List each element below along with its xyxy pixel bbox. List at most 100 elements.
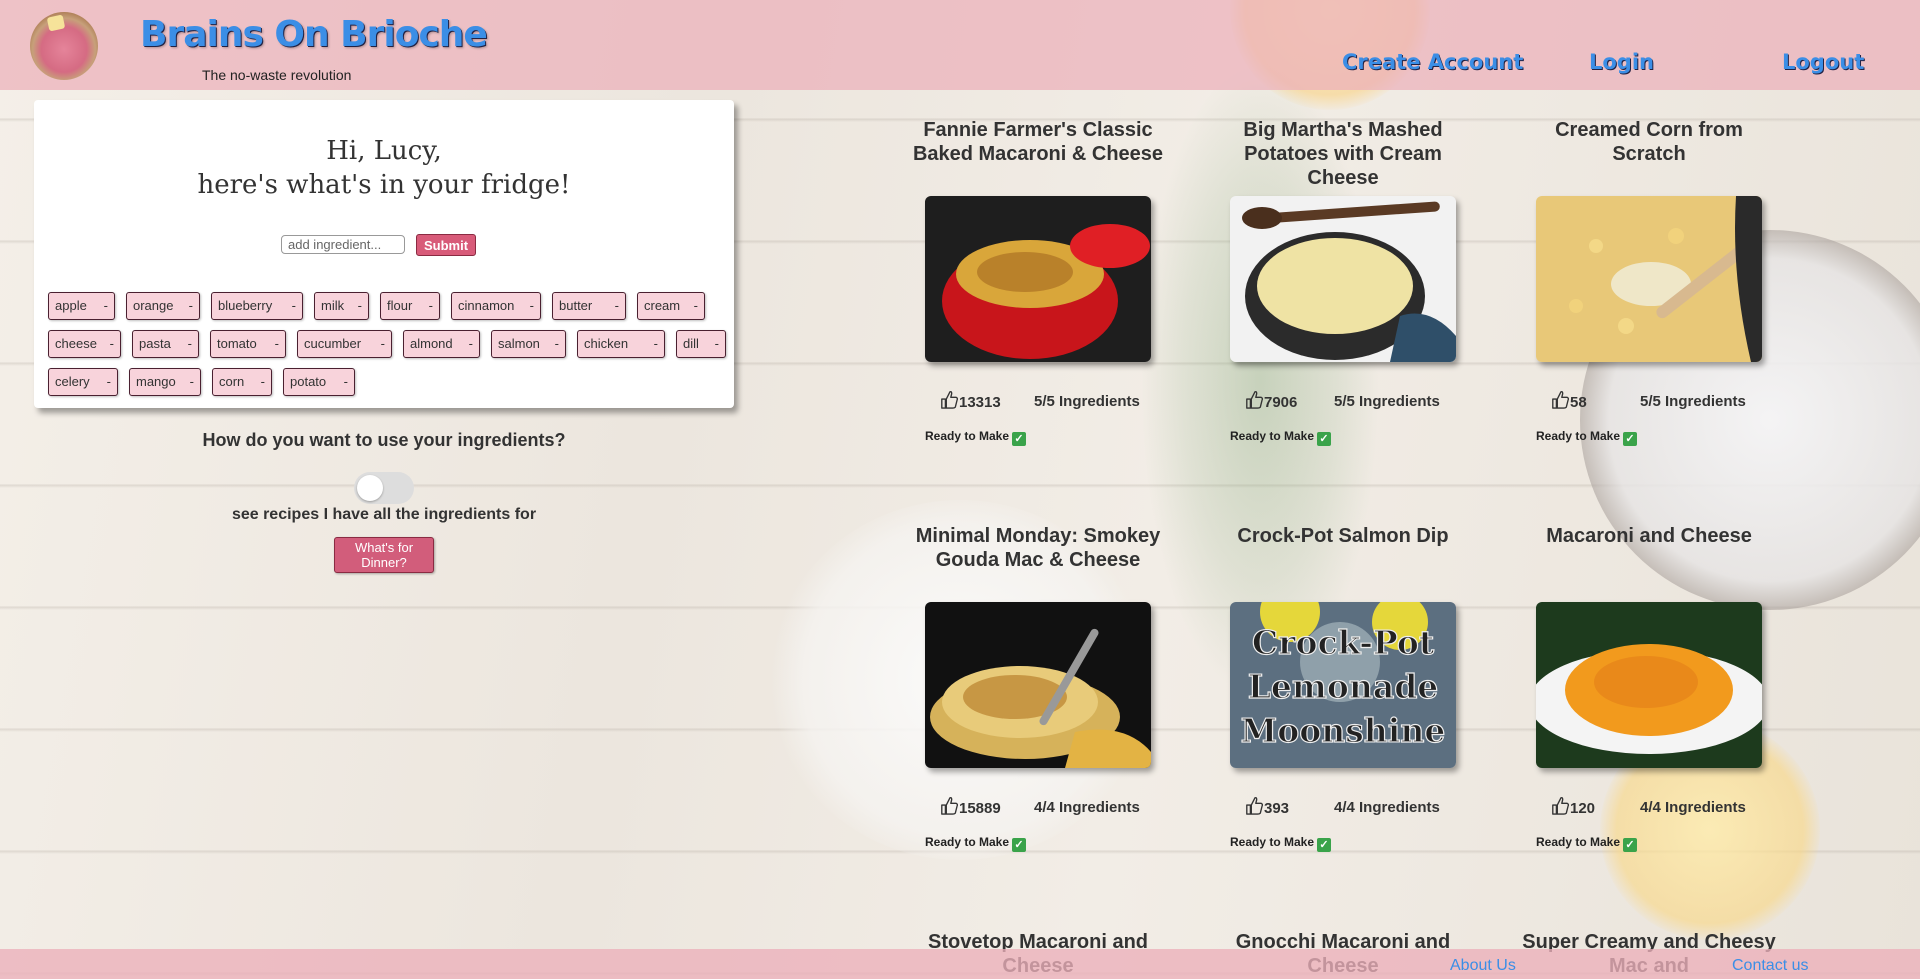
ready-status: Ready to Make ✓ bbox=[1230, 835, 1332, 852]
remove-ingredient-icon[interactable]: - bbox=[107, 369, 111, 394]
likes-count: 58 bbox=[1570, 394, 1587, 411]
remove-ingredient-icon[interactable]: - bbox=[189, 293, 193, 318]
ingredient-match-count: 5/5 Ingredients bbox=[1034, 393, 1140, 410]
remove-ingredient-icon[interactable]: - bbox=[429, 293, 433, 318]
recipe-title[interactable]: Creamed Corn from Scratch bbox=[1519, 118, 1779, 166]
recipe-title[interactable]: Big Martha's Mashed Potatoes with Cream … bbox=[1213, 118, 1473, 190]
ingredient-chip[interactable]: pasta - bbox=[132, 330, 199, 358]
thumbs-up-icon[interactable] bbox=[940, 796, 959, 816]
remove-ingredient-icon[interactable]: - bbox=[261, 369, 265, 394]
recipe-image[interactable] bbox=[925, 196, 1151, 362]
ingredient-chip[interactable]: chicken - bbox=[577, 330, 665, 358]
remove-ingredient-icon[interactable]: - bbox=[694, 293, 698, 318]
ingredient-chip-label: corn bbox=[219, 374, 245, 389]
ready-status: Ready to Make ✓ bbox=[925, 835, 1027, 852]
remove-ingredient-icon[interactable]: - bbox=[654, 331, 658, 356]
remove-ingredient-icon[interactable]: - bbox=[275, 331, 279, 356]
ingredient-chip[interactable]: flour - bbox=[380, 292, 440, 320]
ingredient-chip-label: dill bbox=[683, 336, 699, 351]
ingredient-chip[interactable]: cheese - bbox=[48, 330, 121, 358]
remove-ingredient-icon[interactable]: - bbox=[381, 331, 385, 356]
ingredient-chip[interactable]: orange - bbox=[126, 292, 200, 320]
recipe-image[interactable] bbox=[1536, 196, 1762, 362]
thumbs-up-icon[interactable] bbox=[1245, 796, 1264, 816]
site-header: Brains On Brioche The no-waste revolutio… bbox=[0, 0, 1920, 90]
image-caption-text: Lemonade bbox=[1248, 667, 1439, 706]
ingredient-chip-label: celery bbox=[55, 374, 90, 389]
ingredient-chip-label: pasta bbox=[139, 336, 171, 351]
ready-status-label: Ready to Make bbox=[925, 429, 1010, 443]
thumbs-up-icon[interactable] bbox=[1245, 390, 1264, 410]
recipe-likes: 7906 bbox=[1245, 390, 1297, 411]
nav-create-account[interactable]: Create Account bbox=[1342, 50, 1523, 74]
ready-status: Ready to Make ✓ bbox=[1536, 835, 1638, 852]
recipe-title[interactable]: Minimal Monday: Smokey Gouda Mac & Chees… bbox=[908, 524, 1168, 572]
likes-count: 13313 bbox=[959, 394, 1001, 411]
ingredient-chip[interactable]: milk - bbox=[314, 292, 369, 320]
ingredient-chip[interactable]: mango - bbox=[129, 368, 201, 396]
footer-contact-us[interactable]: Contact us bbox=[1732, 957, 1808, 975]
recipe-likes: 393 bbox=[1245, 796, 1289, 817]
nav-login[interactable]: Login bbox=[1589, 50, 1654, 74]
ingredient-chip[interactable]: cream - bbox=[637, 292, 705, 320]
ingredient-match-count: 5/5 Ingredients bbox=[1640, 393, 1746, 410]
ready-status-label: Ready to Make bbox=[1536, 835, 1621, 849]
ready-status: Ready to Make ✓ bbox=[1230, 429, 1332, 446]
ingredient-chip[interactable]: cucumber - bbox=[297, 330, 392, 358]
recipe-title[interactable]: Fannie Farmer's Classic Baked Macaroni &… bbox=[908, 118, 1168, 166]
add-ingredient-input[interactable] bbox=[281, 235, 405, 254]
ingredient-chip[interactable]: blueberry - bbox=[211, 292, 303, 320]
remove-ingredient-icon[interactable]: - bbox=[190, 369, 194, 394]
nav-logout[interactable]: Logout bbox=[1782, 50, 1864, 74]
ingredient-chip-label: milk bbox=[321, 298, 345, 313]
remove-ingredient-icon[interactable]: - bbox=[292, 293, 296, 318]
thumbs-up-icon[interactable] bbox=[1551, 390, 1570, 410]
recipe-image[interactable] bbox=[1536, 602, 1762, 768]
recipe-title[interactable]: Macaroni and Cheese bbox=[1519, 524, 1779, 548]
all-ingredients-toggle[interactable] bbox=[354, 472, 414, 504]
ingredient-chip[interactable]: dill - bbox=[676, 330, 726, 358]
checkmark-icon: ✓ bbox=[1012, 432, 1027, 446]
greeting-subtitle: here's what's in your fridge! bbox=[197, 170, 571, 200]
remove-ingredient-icon[interactable]: - bbox=[358, 293, 362, 318]
remove-ingredient-icon[interactable]: - bbox=[715, 331, 719, 356]
ingredient-chip[interactable]: cinnamon - bbox=[451, 292, 541, 320]
ingredient-chip[interactable]: butter - bbox=[552, 292, 626, 320]
recipe-image[interactable]: Crock-Pot Lemonade Moonshine bbox=[1230, 602, 1456, 768]
ingredient-chip[interactable]: apple - bbox=[48, 292, 115, 320]
remove-ingredient-icon[interactable]: - bbox=[615, 293, 619, 318]
ingredient-chip[interactable]: corn - bbox=[212, 368, 272, 396]
remove-ingredient-icon[interactable]: - bbox=[469, 331, 473, 356]
remove-ingredient-icon[interactable]: - bbox=[555, 331, 559, 356]
submit-ingredient-button[interactable]: Submit bbox=[416, 234, 476, 256]
whats-for-dinner-button[interactable]: What's for Dinner? bbox=[334, 537, 434, 573]
ingredient-chip-label: cinnamon bbox=[458, 298, 515, 313]
ingredient-chip-label: salmon bbox=[498, 336, 540, 351]
ingredient-chip-label: mango bbox=[136, 374, 176, 389]
remove-ingredient-icon[interactable]: - bbox=[188, 331, 192, 356]
ready-status-label: Ready to Make bbox=[1230, 835, 1315, 849]
ingredient-chip[interactable]: celery - bbox=[48, 368, 118, 396]
thumbs-up-icon[interactable] bbox=[940, 390, 959, 410]
remove-ingredient-icon[interactable]: - bbox=[344, 369, 348, 394]
recipe-title[interactable]: Crock-Pot Salmon Dip bbox=[1213, 524, 1473, 548]
site-tagline: The no-waste revolution bbox=[202, 67, 352, 83]
checkmark-icon: ✓ bbox=[1012, 838, 1027, 852]
ingredient-chip[interactable]: salmon - bbox=[491, 330, 566, 358]
remove-ingredient-icon[interactable]: - bbox=[110, 331, 114, 356]
ingredient-usage-question: How do you want to use your ingredients? bbox=[202, 430, 566, 450]
ingredient-chip[interactable]: potato - bbox=[283, 368, 355, 396]
footer-about-us[interactable]: About Us bbox=[1450, 957, 1516, 975]
ingredient-chip[interactable]: tomato - bbox=[210, 330, 286, 358]
remove-ingredient-icon[interactable]: - bbox=[530, 293, 534, 318]
ingredient-chip-label: cucumber bbox=[304, 336, 362, 351]
recipe-image[interactable] bbox=[925, 602, 1151, 768]
site-title[interactable]: Brains On Brioche bbox=[140, 14, 488, 55]
remove-ingredient-icon[interactable]: - bbox=[104, 293, 108, 318]
ingredient-chip[interactable]: almond - bbox=[403, 330, 480, 358]
recipe-image[interactable] bbox=[1230, 196, 1456, 362]
greeting-name: Hi, Lucy, bbox=[326, 136, 442, 166]
ingredient-chip-label: cheese bbox=[55, 336, 97, 351]
thumbs-up-icon[interactable] bbox=[1551, 796, 1570, 816]
ready-status-label: Ready to Make bbox=[1230, 429, 1315, 443]
